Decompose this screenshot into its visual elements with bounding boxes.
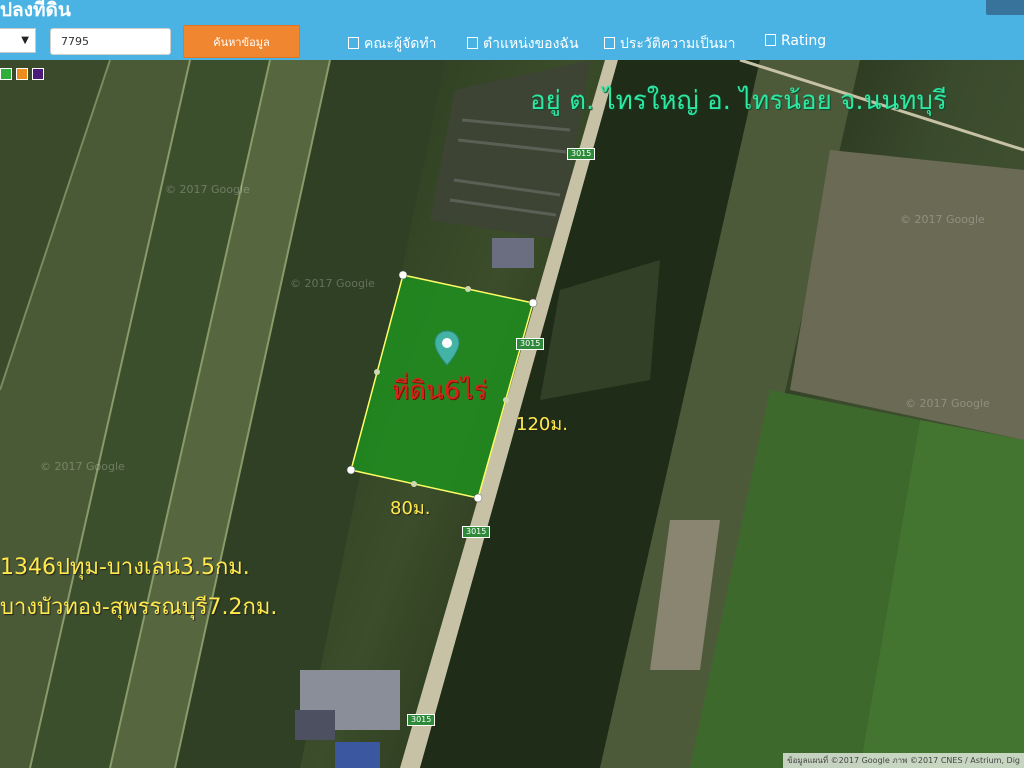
map-watermark: © 2017 Google (40, 460, 125, 473)
chevron-down-icon: ▼ (21, 35, 29, 46)
map-pin-icon[interactable] (434, 330, 460, 366)
header-bar: ปลงที่ดิน ▼ ค้นหาข้อมูล คณะผู้จัดทำ ตำแห… (0, 0, 1024, 60)
menu-toggle-button[interactable] (986, 0, 1024, 15)
location-label: อยู่ ต. ไทรใหญ่ อ. ไทรน้อย จ.นนทบุรี (530, 86, 947, 116)
nav-link-team[interactable]: คณะผู้จัดทำ (348, 33, 436, 55)
parcel-number-input[interactable] (50, 28, 171, 55)
route-distance-line1: 1346ปทุม-บางเลน3.5กม. (0, 555, 250, 580)
map-watermark: © 2017 Google (290, 277, 375, 290)
nav-link-my-location[interactable]: ตำแหน่งของฉัน (467, 33, 579, 55)
road-number-badge: 3015 (567, 148, 596, 160)
swatch-orange[interactable] (16, 68, 28, 80)
nav-link-history[interactable]: ประวัติความเป็นมา (604, 33, 736, 55)
checkbox-icon (348, 37, 359, 49)
satellite-map[interactable]: © 2017 Google © 2017 Google © 2017 Googl… (0, 60, 1024, 768)
map-attribution[interactable]: ข้อมูลแผนที่ ©2017 Google ภาพ ©2017 CNES… (783, 753, 1024, 768)
road-number-badge: 3015 (516, 338, 545, 350)
color-swatches (0, 68, 44, 80)
swatch-purple[interactable] (32, 68, 44, 80)
checkbox-icon (604, 37, 615, 49)
map-watermark: © 2017 Google (905, 397, 990, 410)
plot-length-label: 120ม. (516, 414, 568, 435)
road-number-badge: 3015 (407, 714, 436, 726)
province-select[interactable]: ▼ (0, 28, 36, 53)
app-title: ปลงที่ดิน (0, 0, 71, 21)
checkbox-icon (765, 34, 776, 46)
search-button[interactable]: ค้นหาข้อมูล (183, 25, 300, 58)
plot-width-label: 80ม. (390, 498, 431, 519)
map-imagery (0, 60, 1024, 768)
plot-size-label: ที่ดิน6ไร่ (392, 376, 488, 406)
swatch-green[interactable] (0, 68, 12, 80)
route-distance-line2: บางบัวทอง-สุพรรณบุรี7.2กม. (0, 595, 278, 620)
map-watermark: © 2017 Google (900, 213, 985, 226)
checkbox-icon (467, 37, 478, 49)
road-number-badge: 3015 (462, 526, 491, 538)
nav-link-rating[interactable]: Rating (765, 33, 826, 49)
map-watermark: © 2017 Google (165, 183, 250, 196)
